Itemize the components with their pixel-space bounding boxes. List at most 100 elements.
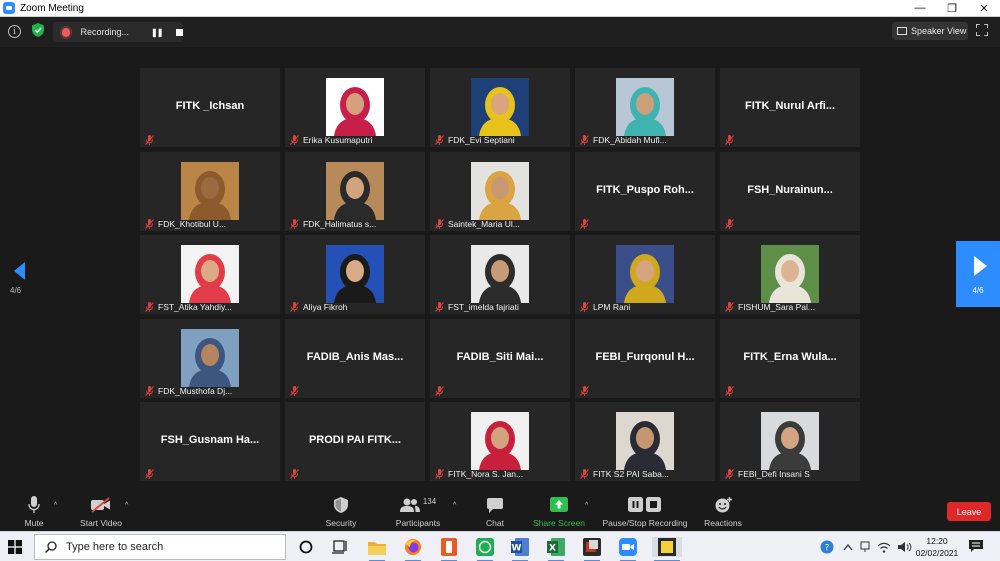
whatsapp-icon[interactable] bbox=[475, 537, 495, 561]
participant-tile[interactable]: FITK_Puspo Roh... bbox=[575, 152, 715, 231]
participant-video bbox=[181, 245, 239, 303]
participant-tile[interactable]: FITK S2 PAI Saba... bbox=[575, 402, 715, 481]
participant-tile[interactable]: FITK_Nora S. Jan... bbox=[430, 402, 570, 481]
firefox-icon[interactable] bbox=[403, 537, 423, 561]
participant-name: FDK_Khotibul U... bbox=[158, 218, 227, 229]
file-explorer-icon[interactable] bbox=[367, 537, 387, 561]
wifi-icon[interactable] bbox=[877, 542, 891, 553]
participant-video bbox=[616, 245, 674, 303]
windows-start-icon[interactable] bbox=[8, 540, 22, 554]
participant-tile[interactable]: Aliya Fikroh bbox=[285, 235, 425, 314]
participant-name-label bbox=[290, 385, 303, 396]
taskbar-clock[interactable]: 12:20 02/02/2021 bbox=[912, 535, 962, 559]
participant-video bbox=[761, 245, 819, 303]
muted-microphone-icon bbox=[725, 218, 734, 229]
participant-name-label bbox=[725, 218, 738, 229]
participant-tile[interactable]: FSH_Nurainun... bbox=[720, 152, 860, 231]
minimize-button[interactable]: — bbox=[904, 0, 936, 17]
meeting-info-strip: i Recording... ❚❚ bbox=[0, 17, 1000, 47]
participant-tile[interactable]: FISHUM_Sara Pal... bbox=[720, 235, 860, 314]
chat-button[interactable]: Chat bbox=[480, 495, 510, 528]
participant-tile[interactable]: FITK_Erna Wula... bbox=[720, 319, 860, 398]
mute-button[interactable]: Mute bbox=[18, 495, 50, 528]
participant-tile[interactable]: FDK_Evi Septiani bbox=[430, 68, 570, 147]
muted-microphone-icon bbox=[290, 301, 299, 312]
office-icon[interactable] bbox=[439, 537, 459, 561]
participant-tile[interactable]: FST_Atika Yahdiy... bbox=[140, 235, 280, 314]
participant-name: FITK_Nora S. Jan... bbox=[448, 468, 524, 479]
task-view-icon[interactable] bbox=[330, 537, 350, 557]
fullscreen-icon[interactable] bbox=[976, 24, 988, 36]
excel-icon[interactable]: X bbox=[546, 537, 566, 561]
participant-tile[interactable]: FEBI_Defi Insani S bbox=[720, 402, 860, 481]
word-icon[interactable]: W bbox=[510, 537, 530, 561]
participant-video bbox=[181, 162, 239, 220]
restore-button[interactable]: ❐ bbox=[936, 0, 968, 17]
pause-recording-icon[interactable]: ❚❚ bbox=[151, 28, 163, 37]
participant-tile[interactable]: FDK_Musthofa Dj... bbox=[140, 319, 280, 398]
participant-tile[interactable]: Erika Kusumaputri bbox=[285, 68, 425, 147]
participant-tile[interactable]: FDK_Abidah Mufl... bbox=[575, 68, 715, 147]
participant-tile[interactable]: FADIB_Siti Mai... bbox=[430, 319, 570, 398]
green-shield-icon[interactable] bbox=[32, 23, 44, 37]
participant-name: FST_Atika Yahdiy... bbox=[158, 301, 232, 312]
participant-name-label bbox=[145, 468, 158, 479]
participant-tile[interactable]: FITK_Nurul Arfi... bbox=[720, 68, 860, 147]
share-screen-button[interactable]: Share Screen bbox=[532, 495, 586, 528]
muted-microphone-icon bbox=[290, 385, 299, 396]
participant-tile[interactable]: FST_imelda fajriati bbox=[430, 235, 570, 314]
pause-stop-recording-button[interactable]: Pause/Stop Recording bbox=[600, 495, 690, 528]
participant-name: Saintek_Maria Ul... bbox=[448, 218, 520, 229]
next-page-button[interactable]: 4/6 bbox=[956, 241, 1000, 307]
close-button[interactable]: ✕ bbox=[968, 0, 1000, 17]
security-button[interactable]: Security bbox=[322, 495, 360, 528]
participant-tile[interactable]: FADIB_Anis Mas... bbox=[285, 319, 425, 398]
reactions-icon bbox=[715, 497, 732, 513]
stop-recording-icon[interactable] bbox=[176, 28, 183, 36]
participant-tile[interactable]: PRODI PAI FITK... bbox=[285, 402, 425, 481]
svg-text:X: X bbox=[549, 544, 556, 554]
participants-button[interactable]: 134 Participants bbox=[394, 495, 442, 529]
participant-name-label: FST_imelda fajriati bbox=[435, 301, 519, 312]
audio-options-caret[interactable]: ^ bbox=[54, 502, 57, 509]
muted-microphone-icon bbox=[435, 301, 444, 312]
leave-button[interactable]: Leave bbox=[947, 502, 991, 521]
window-title: Zoom Meeting bbox=[20, 2, 84, 14]
notifications-icon[interactable] bbox=[969, 540, 983, 553]
participant-tile[interactable]: LPM Rani bbox=[575, 235, 715, 314]
participants-options-caret[interactable]: ^ bbox=[453, 502, 456, 509]
volume-icon[interactable] bbox=[898, 541, 912, 553]
share-options-caret[interactable]: ^ bbox=[585, 502, 588, 509]
start-video-button[interactable]: Start Video bbox=[78, 495, 124, 528]
cortana-icon[interactable] bbox=[296, 537, 316, 557]
participant-tile[interactable]: FDK_Khotibul U... bbox=[140, 152, 280, 231]
muted-microphone-icon bbox=[580, 218, 589, 229]
security-label: Security bbox=[325, 518, 357, 528]
reactions-button[interactable]: Reactions bbox=[702, 495, 744, 528]
speaker-view-button[interactable]: Speaker View bbox=[892, 22, 968, 40]
zoom-taskbar-icon[interactable] bbox=[618, 537, 638, 561]
muted-microphone-icon bbox=[145, 301, 154, 312]
muted-microphone-icon bbox=[145, 385, 154, 396]
clock-time: 12:20 bbox=[926, 536, 948, 546]
info-icon[interactable]: i bbox=[8, 25, 21, 38]
participants-icon bbox=[399, 498, 420, 512]
sticky-notes-icon[interactable] bbox=[652, 537, 682, 561]
participant-tile[interactable]: FITK _Ichsan bbox=[140, 68, 280, 147]
participant-tile[interactable]: FDK_Halimatus s... bbox=[285, 152, 425, 231]
media-app-icon[interactable] bbox=[582, 537, 602, 561]
muted-microphone-icon bbox=[145, 134, 154, 145]
chevron-up-icon[interactable] bbox=[843, 543, 853, 551]
previous-page-button[interactable]: 4/6 bbox=[10, 262, 32, 302]
participant-tile[interactable]: FEBI_Furqonul H... bbox=[575, 319, 715, 398]
pause-stop-icon bbox=[628, 497, 661, 512]
participant-tile[interactable]: FSH_Gusnam Ha... bbox=[140, 402, 280, 481]
taskbar-search-box[interactable]: Type here to search bbox=[34, 534, 286, 560]
participant-name: FDK_Abidah Mufl... bbox=[593, 134, 667, 145]
participant-tile[interactable]: Saintek_Maria Ul... bbox=[430, 152, 570, 231]
muted-microphone-icon bbox=[725, 134, 734, 145]
network-icon[interactable] bbox=[860, 541, 870, 553]
participant-video bbox=[326, 78, 384, 136]
help-icon[interactable]: ? bbox=[820, 540, 836, 554]
video-options-caret[interactable]: ^ bbox=[125, 502, 128, 509]
